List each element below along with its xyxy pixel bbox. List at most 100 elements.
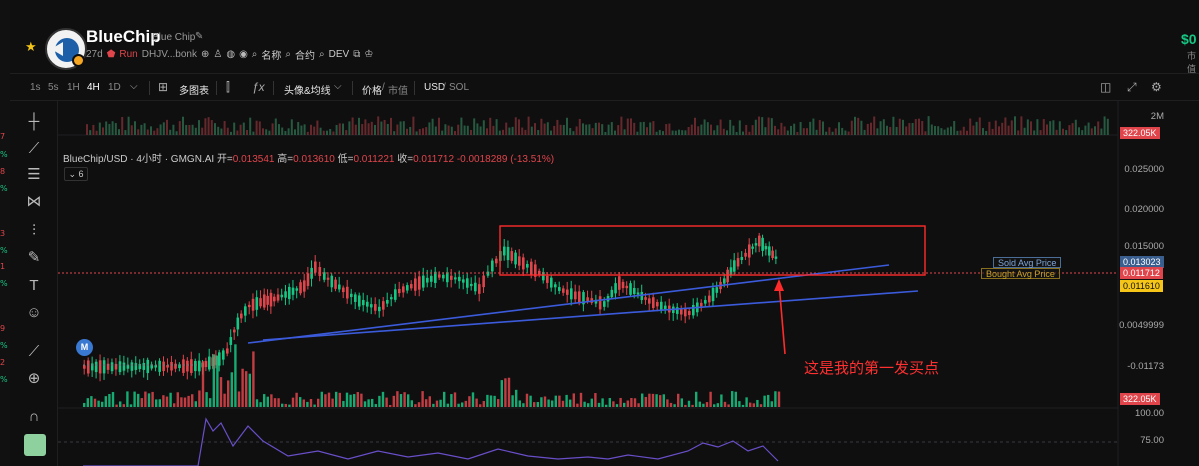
volume-bar <box>453 392 457 407</box>
trendline-tool-icon[interactable]: ⟋ <box>24 139 44 159</box>
interval-1s[interactable]: 1s <box>30 82 41 93</box>
volume-bar <box>446 403 449 407</box>
magnet-icon[interactable]: ∩ <box>24 407 44 427</box>
fullscreen-icon[interactable]: ⤢ <box>1127 80 1137 95</box>
top-volume-bar <box>818 120 821 135</box>
ruler-tool-icon[interactable]: ⟋ <box>24 342 44 362</box>
volume-bar <box>180 397 183 407</box>
search-name-icon[interactable]: ⌕ <box>252 49 258 60</box>
chart-area[interactable]: BlueChip/USD · 4小时 · GMGN.AI 开=0.013541 … <box>58 101 1199 466</box>
top-volume-bar <box>780 122 783 135</box>
top-volume-bar <box>326 130 328 135</box>
chevron-down-icon[interactable]: ⌵ <box>130 81 138 92</box>
currency-usd[interactable]: USD <box>424 82 445 93</box>
top-volume-bar <box>783 126 786 135</box>
chart-link-icon[interactable]: ◍ <box>226 49 235 60</box>
top-volume-bar <box>502 129 504 135</box>
volume-bar <box>191 394 194 407</box>
interval-4h[interactable]: 4H <box>87 82 100 93</box>
toolbar-divider <box>149 81 150 95</box>
top-volume-bar <box>191 124 194 135</box>
top-volume-bar <box>348 121 351 135</box>
search-name-link[interactable]: 名称 <box>261 47 281 62</box>
volume-bar <box>194 401 197 407</box>
candle <box>510 251 514 261</box>
search-dev-link[interactable]: DEV <box>329 49 350 60</box>
text-tool-icon[interactable]: T <box>24 276 44 296</box>
marker-m-badge[interactable]: M <box>76 339 93 356</box>
candle <box>656 302 659 307</box>
candle <box>94 361 98 373</box>
candle <box>110 362 114 372</box>
top-volume-bar <box>335 124 338 135</box>
volume-bar <box>633 398 637 407</box>
zoom-in-icon[interactable]: ⊕ <box>24 369 44 389</box>
candle <box>134 363 138 370</box>
top-volume-bar <box>124 130 127 135</box>
lock-drawings-button[interactable] <box>24 434 46 456</box>
volume-bar <box>558 395 561 407</box>
search-contract-link[interactable]: 合约 <box>295 47 315 62</box>
horizontal-lines-icon[interactable]: ☰ <box>24 165 44 185</box>
volume-bar <box>234 344 237 407</box>
emoji-tool-icon[interactable]: ☺ <box>24 303 44 323</box>
top-volume-bar <box>998 126 1000 135</box>
coin-icon[interactable]: ◉ <box>239 49 248 60</box>
interval-5s[interactable]: 5s <box>48 82 59 93</box>
website-icon[interactable]: ⊕ <box>201 49 209 60</box>
price-toggle[interactable]: 价格 <box>362 82 382 97</box>
chevron-down-icon[interactable]: ⌵ <box>334 81 342 92</box>
top-volume-bar <box>681 130 684 135</box>
top-volume-bar <box>748 131 751 135</box>
volume-bar <box>396 391 399 407</box>
volume-bar <box>151 391 154 407</box>
indicators-fx-icon[interactable]: ƒx <box>252 80 265 94</box>
external-link-icon[interactable]: ⧉ <box>353 49 360 60</box>
favorite-star-icon[interactable]: ★ <box>25 39 37 55</box>
camera-icon[interactable]: ◫ <box>1100 80 1111 94</box>
interval-1d[interactable]: 1D <box>108 82 121 93</box>
candle <box>208 356 211 370</box>
volume-bar <box>443 391 446 407</box>
search-contract-icon[interactable]: ⌕ <box>285 49 291 60</box>
token-meta-row: 27d ⬟ Run DHJV...bonk ⊕ ♙ ◍ ◉ ⌕ 名称 ⌕ 合约 … <box>86 47 373 62</box>
bought-avg-price-tag: 0.011610 <box>1120 280 1163 292</box>
top-volume-bar <box>185 124 188 135</box>
pattern-tool-icon[interactable]: ⋈ <box>24 192 44 212</box>
trendline-upper <box>247 264 890 344</box>
settings-gear-icon[interactable]: ⚙ <box>1151 80 1162 94</box>
user-icon[interactable]: ♙ <box>213 49 222 60</box>
crown-icon[interactable]: ♔ <box>364 49 373 60</box>
brush-tool-icon[interactable]: ✎ <box>24 248 44 268</box>
edit-icon[interactable]: ✎ <box>195 31 203 42</box>
candle <box>390 297 393 300</box>
crosshair-icon[interactable]: ┼ <box>24 112 44 132</box>
volume-bar <box>651 393 655 407</box>
fib-tool-icon[interactable]: ⫶ <box>24 221 44 241</box>
volume-bar <box>93 398 97 407</box>
top-volume-bar <box>166 119 168 135</box>
multi-chart-button[interactable]: 多图表 <box>179 82 209 97</box>
top-volume-bar <box>828 127 831 135</box>
top-volume-bar <box>649 122 652 135</box>
top-volume-bar <box>521 127 524 135</box>
top-volume-bar <box>495 119 498 135</box>
top-volume-bar <box>774 125 776 135</box>
top-volume-bar <box>198 120 200 135</box>
indicator-toggle[interactable]: ⌄ 6 <box>64 167 88 181</box>
avatar-ma-button[interactable]: 头像&均线 <box>284 82 331 97</box>
candle <box>398 288 401 294</box>
interval-1h[interactable]: 1H <box>67 82 80 93</box>
add-indicator-icon[interactable]: ⊞ <box>158 80 168 94</box>
search-dev-icon[interactable]: ⌕ <box>319 49 325 60</box>
top-volume-bar <box>268 130 271 135</box>
mcap-toggle[interactable]: 市值 <box>388 82 408 97</box>
candle <box>194 360 197 372</box>
candle-type-icon[interactable]: ⫿ <box>226 80 230 95</box>
volume-bar <box>428 396 431 407</box>
currency-sol[interactable]: SOL <box>449 82 469 93</box>
token-address[interactable]: DHJV...bonk <box>142 49 197 60</box>
top-volume-bar <box>204 118 207 135</box>
top-volume-bar <box>841 127 844 135</box>
candle <box>299 282 302 294</box>
